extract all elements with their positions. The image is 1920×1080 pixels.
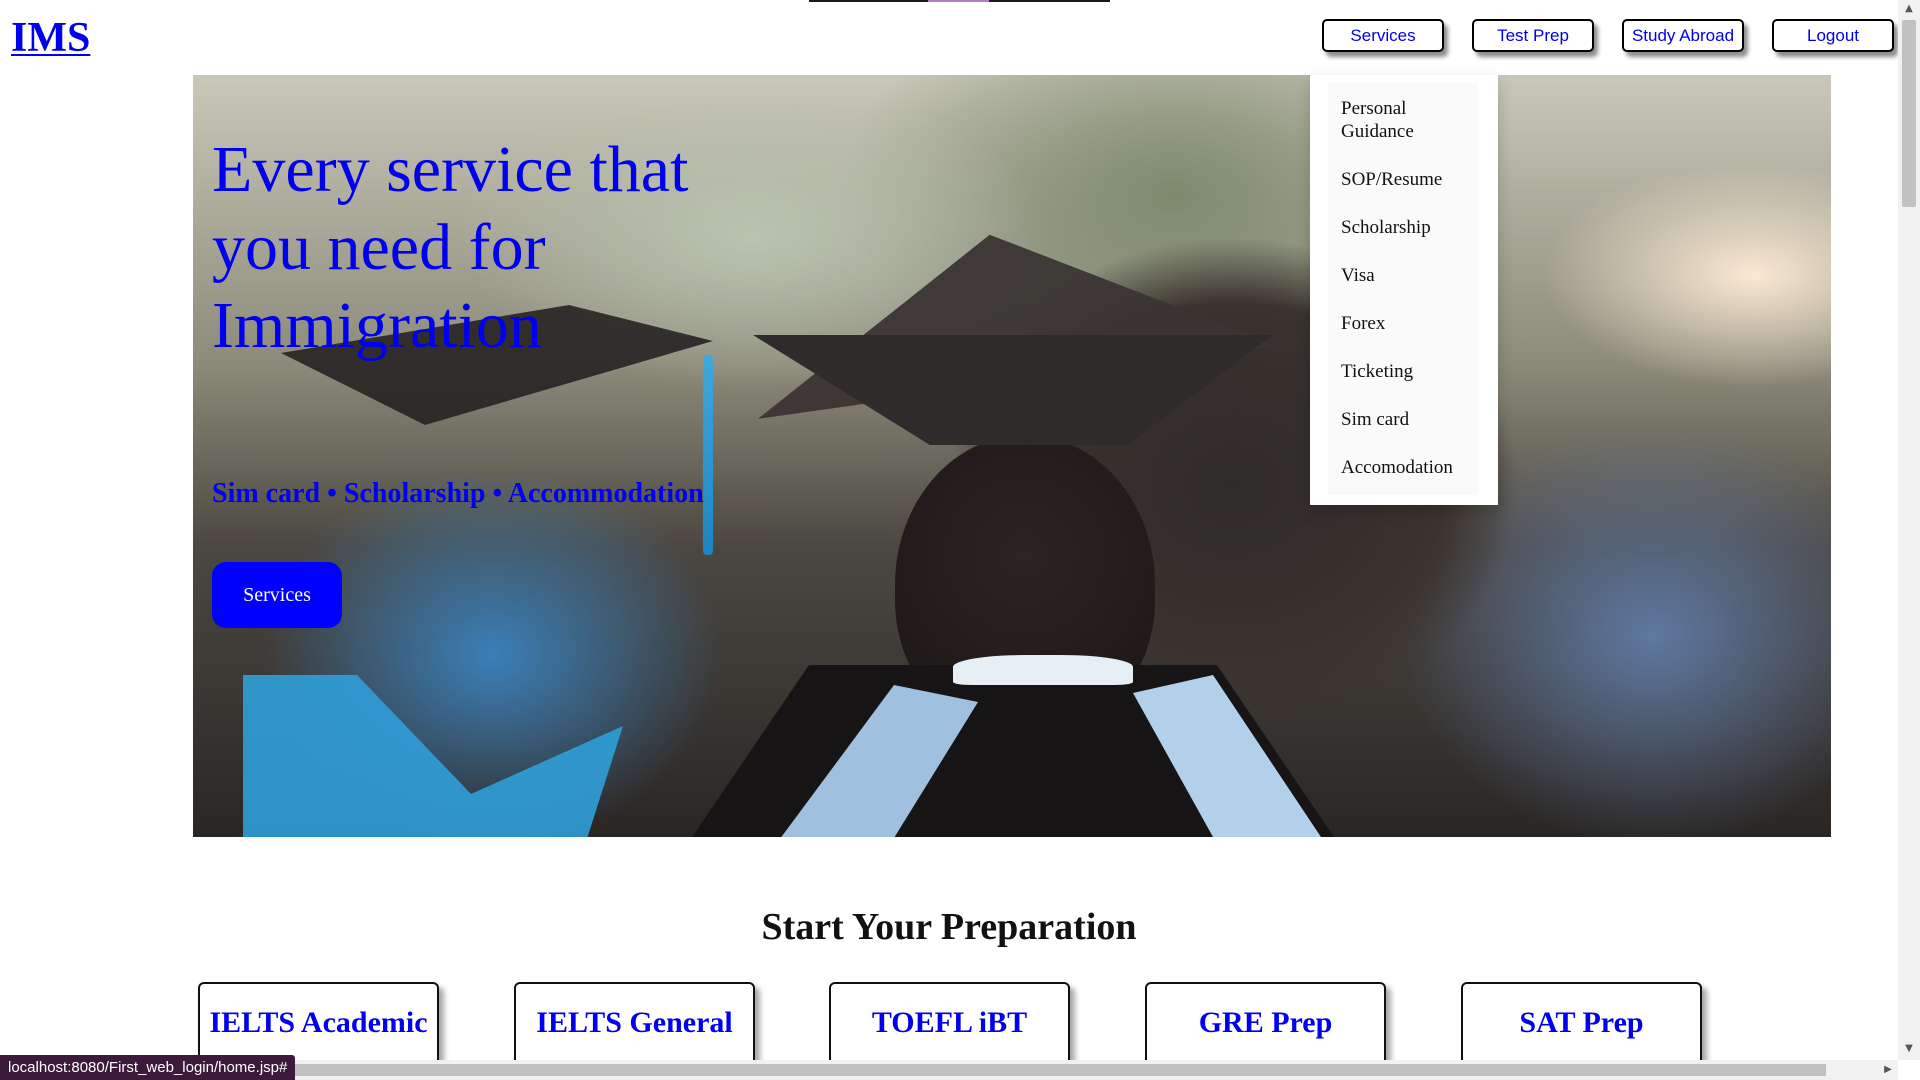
hero-services-button[interactable]: Services (212, 562, 342, 628)
dropdown-item-personal-guidance[interactable]: Personal Guidance (1328, 83, 1478, 143)
top-nav: Services Test Prep Study Abroad Logout (0, 19, 1898, 55)
nav-logout-button[interactable]: Logout (1772, 19, 1894, 52)
prep-card-label: IELTS Academic (209, 1006, 428, 1039)
dropdown-item-sop-resume[interactable]: SOP/Resume (1328, 143, 1478, 191)
prep-card-label: TOEFL iBT (871, 1006, 1028, 1039)
services-dropdown-list: Personal Guidance SOP/Resume Scholarship… (1328, 83, 1478, 495)
services-dropdown-menu: Personal Guidance SOP/Resume Scholarship… (1310, 75, 1498, 505)
hero-title: Every service that you need for Immigrat… (212, 133, 689, 362)
prep-card-label: GRE Prep (1198, 1006, 1333, 1039)
dropdown-item-visa[interactable]: Visa (1328, 239, 1478, 287)
top-progress-indicator (809, 0, 1110, 2)
vertical-scroll-thumb[interactable] (1902, 20, 1916, 207)
triangle-down-icon[interactable]: ▼ (1898, 1040, 1920, 1058)
prep-section-title: Start Your Preparation (761, 906, 1137, 948)
dropdown-item-ticketing[interactable]: Ticketing (1328, 335, 1478, 383)
dropdown-item-sim-card[interactable]: Sim card (1328, 383, 1478, 431)
nav-test-prep-button[interactable]: Test Prep (1472, 19, 1594, 52)
vertical-scrollbar[interactable]: ▲ ▼ (1898, 0, 1920, 1060)
dropdown-item-forex[interactable]: Forex (1328, 287, 1478, 335)
dropdown-item-scholarship[interactable]: Scholarship (1328, 191, 1478, 239)
prep-card-label: IELTS General (536, 1006, 733, 1039)
nav-services-button[interactable]: Services (1322, 19, 1444, 52)
triangle-right-icon[interactable]: ▶ (1878, 1060, 1898, 1080)
prep-card-label: SAT Prep (1519, 1006, 1644, 1039)
nav-study-abroad-button[interactable]: Study Abroad (1622, 19, 1744, 52)
status-bar-url: localhost:8080/First_web_login/home.jsp# (0, 1055, 296, 1080)
triangle-up-icon[interactable]: ▲ (1898, 0, 1920, 18)
hero-tagline: Sim card • Scholarship • Accommodation (212, 478, 704, 509)
dropdown-item-accomodation[interactable]: Accomodation (1328, 431, 1478, 495)
page: IMS Services Test Prep Study Abroad Logo… (0, 0, 1920, 1080)
